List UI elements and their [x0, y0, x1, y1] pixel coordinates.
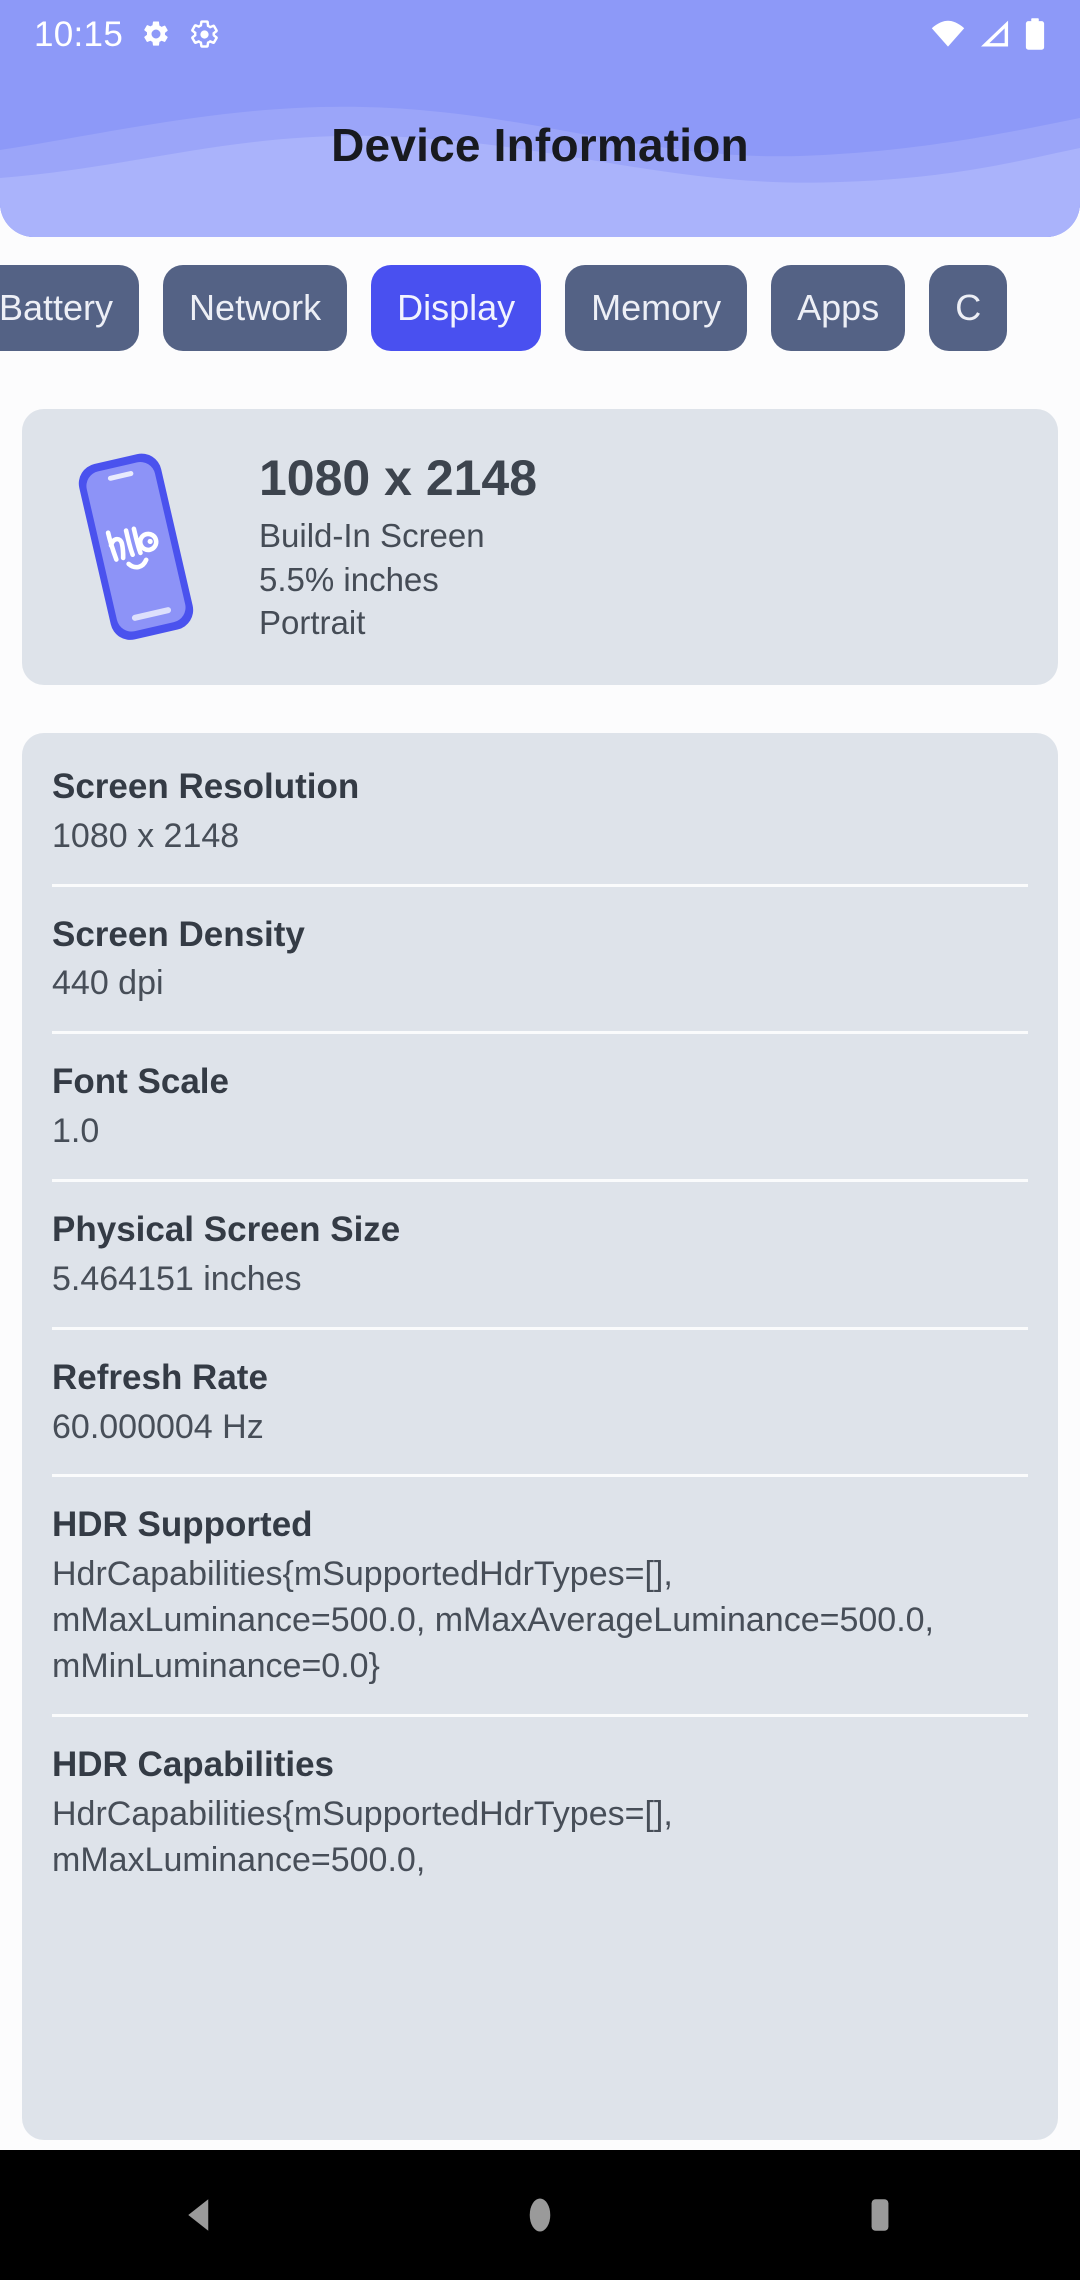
device-resolution-value: 1080 x 2148	[259, 450, 538, 507]
status-bar-right	[930, 18, 1046, 50]
row-value: 60.000004 Hz	[52, 1407, 264, 1446]
tab-network[interactable]: Network	[163, 265, 348, 351]
tab-battery-label: Battery	[0, 287, 114, 328]
home-button[interactable]	[504, 2179, 576, 2251]
tab-network-label: Network	[189, 287, 322, 328]
phone-illustration-icon	[78, 453, 194, 640]
tab-apps[interactable]: Apps	[771, 265, 906, 351]
recents-icon	[871, 2199, 889, 2231]
row-value: HdrCapabilities{mSupportedHdrTypes=[], m…	[52, 1555, 935, 1686]
table-row: Refresh Rate 60.000004 Hz	[52, 1330, 1028, 1478]
row-value: 440 dpi	[52, 964, 164, 1003]
tab-next-partial[interactable]: C	[929, 265, 1008, 351]
page-title: Device Information	[331, 119, 749, 171]
tab-apps-label: Apps	[797, 287, 880, 328]
back-button[interactable]	[164, 2179, 236, 2251]
app-header: 10:15 Device Information	[0, 0, 1080, 237]
display-details-list[interactable]: Screen Resolution 1080 x 2148 Screen Den…	[22, 733, 1058, 2140]
back-icon	[188, 2199, 209, 2231]
home-icon	[529, 2198, 551, 2232]
status-clock: 10:15	[34, 14, 124, 54]
table-row: HDR Capabilities HdrCapabilities{mSuppor…	[52, 1717, 1028, 1908]
tab-battery[interactable]: Battery	[0, 265, 140, 351]
row-value: HdrCapabilities{mSupportedHdrTypes=[], m…	[52, 1794, 673, 1879]
row-label: Physical Screen Size	[52, 1210, 401, 1250]
tab-next-partial-label: C	[955, 287, 982, 328]
tab-memory-label: Memory	[591, 287, 722, 328]
table-row: Screen Resolution 1080 x 2148	[52, 733, 1028, 887]
battery-icon	[1025, 18, 1045, 50]
row-label: Screen Resolution	[52, 767, 360, 806]
gear-filled-icon	[144, 21, 168, 46]
android-navigation-bar[interactable]	[0, 2150, 1080, 2280]
device-orientation: Portrait	[259, 604, 366, 642]
row-label: Refresh Rate	[52, 1357, 268, 1397]
tab-display-label: Display	[397, 287, 516, 328]
table-row: Physical Screen Size 5.464151 inches	[52, 1182, 1028, 1330]
tab-display[interactable]: Display	[371, 265, 542, 351]
device-summary-card: 1080 x 2148 Build-In Screen 5.5% inches …	[22, 409, 1058, 685]
row-label: HDR Capabilities	[52, 1744, 334, 1784]
row-value: 5.464151 inches	[52, 1259, 302, 1298]
status-bar: 10:15	[0, 0, 1080, 68]
category-tab-strip[interactable]: Battery Network Display Memory Apps C	[0, 265, 1080, 351]
tab-memory[interactable]: Memory	[565, 265, 748, 351]
table-row: HDR Supported HdrCapabilities{mSupported…	[52, 1477, 1028, 1717]
device-information-screen: 10:15 Device Information Battery Network…	[0, 0, 1080, 2280]
device-screen-size: 5.5% inches	[259, 560, 439, 598]
cellular-signal-icon	[981, 20, 1009, 47]
row-value: 1080 x 2148	[52, 816, 240, 855]
table-row: Screen Density 440 dpi	[52, 887, 1028, 1035]
status-bar-left: 10:15	[34, 17, 220, 52]
recents-button[interactable]	[844, 2179, 916, 2251]
wifi-icon	[931, 20, 965, 47]
device-summary-text: 1080 x 2148 Build-In Screen 5.5% inches …	[259, 449, 537, 645]
row-value: 1.0	[52, 1112, 100, 1151]
row-label: Screen Density	[52, 914, 305, 954]
row-label: HDR Supported	[52, 1505, 313, 1545]
device-screen-type: Build-In Screen	[259, 517, 485, 555]
table-row: Font Scale 1.0	[52, 1034, 1028, 1183]
row-label: Font Scale	[52, 1062, 229, 1102]
gear-outline-icon	[191, 19, 218, 48]
